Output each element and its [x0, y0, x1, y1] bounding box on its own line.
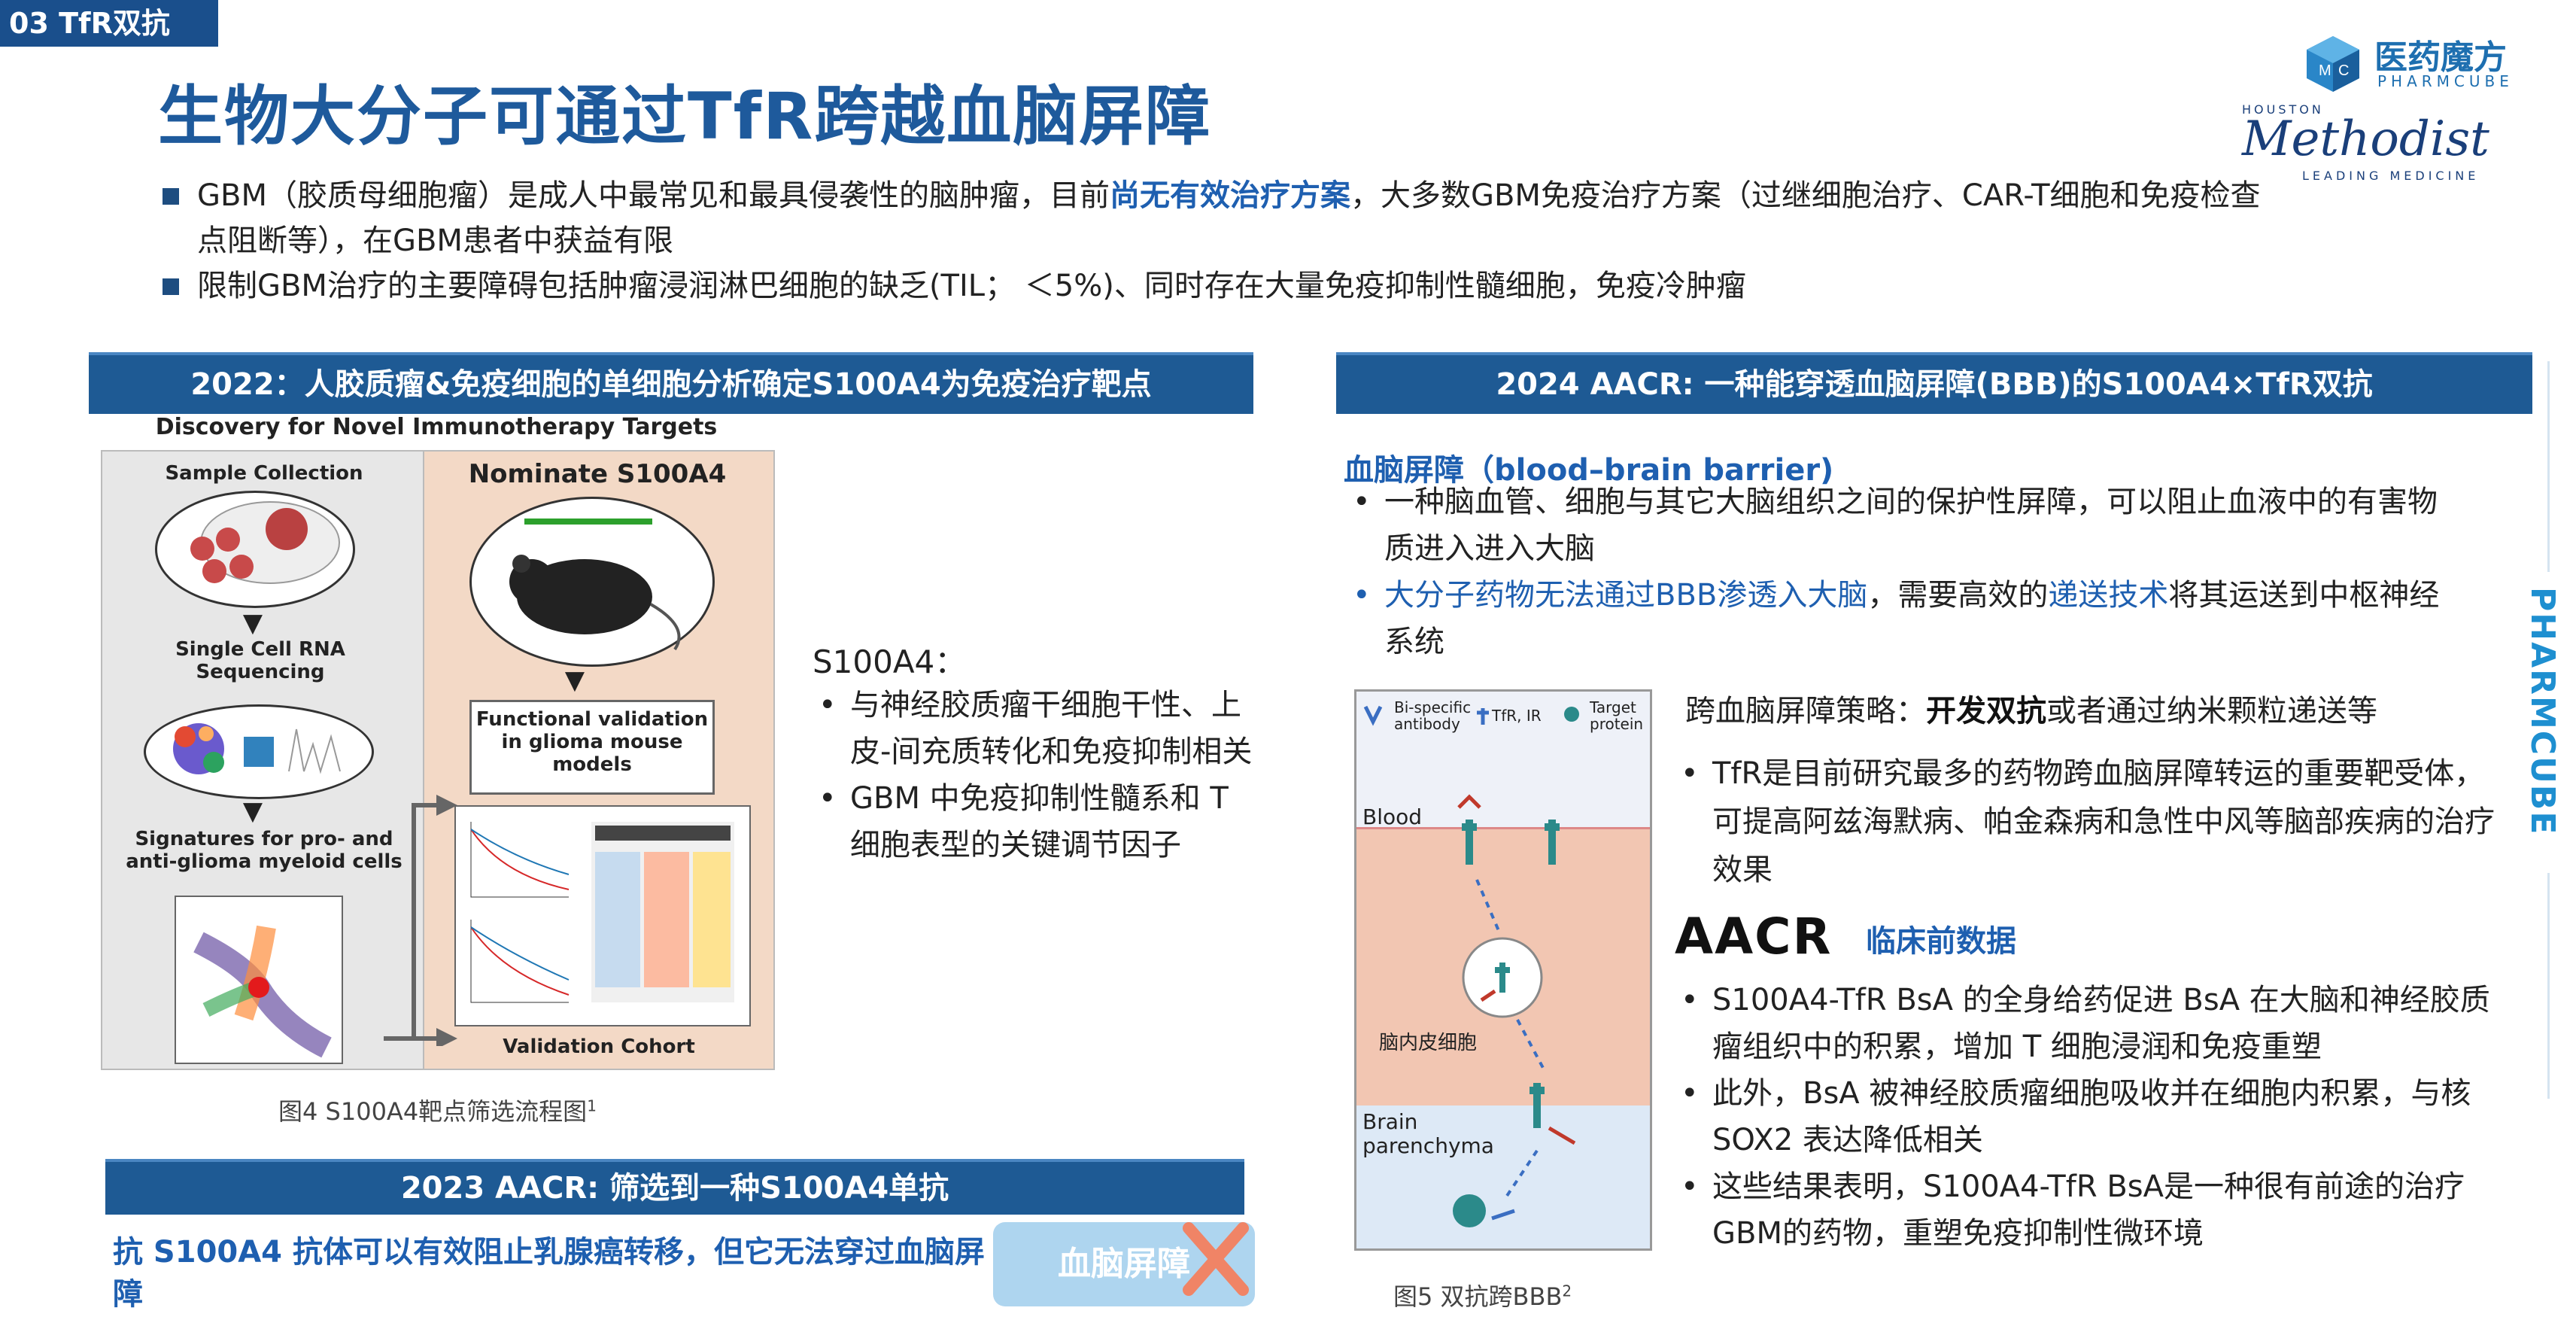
strategy-text: 跨血脑屏障策略：开发双抗或者通过纳米颗粒递送等: [1685, 694, 2377, 728]
square-bullet-icon: [163, 188, 179, 205]
fig4-right-panel: Nominate S100A4 ▼ Functional validation …: [423, 450, 775, 1070]
intro-list: GBM（胶质母细胞瘤）是成人中最常见和最具侵袭性的脑肿瘤，目前尚无有效治疗方案，…: [158, 173, 2280, 309]
fig4-validation-label: Validation Cohort: [503, 1036, 695, 1058]
dot-bullet-icon: •: [1681, 1169, 1699, 1204]
list-item: • GBM 中免疫抑制性髓系和 T 细胞表型的关键调节因子: [813, 775, 1264, 868]
fig4-sample-label: Sample Collection: [165, 462, 363, 485]
section-tag: 03 TfR双抗: [0, 0, 218, 47]
cube-icon: M C: [2307, 36, 2359, 92]
svg-text:C: C: [2338, 62, 2349, 79]
dot-bullet-icon: •: [1353, 578, 1371, 613]
umap-icon: [173, 723, 341, 774]
highlight-text: 尚无有效治疗方案: [1109, 178, 1350, 213]
side-divider: [2547, 361, 2550, 572]
list-item: • 与神经胶质瘤干细胞干性、上皮-间充质转化和免疫抑制相关: [813, 682, 1264, 775]
tfr-list: • TfR是目前研究最多的药物跨血脑屏障转运的重要靶受体，可提高阿兹海默病、帕金森…: [1675, 750, 2510, 894]
dot-bullet-icon: •: [1681, 756, 1699, 791]
arrow-down-icon: ▼: [564, 665, 585, 695]
svg-text:M: M: [2319, 62, 2331, 79]
methodist-sub: LEADING MEDICINE: [2302, 169, 2480, 183]
mouse-oval: [469, 497, 715, 667]
side-brand: PHARMCUBE: [2523, 587, 2562, 836]
fig4-scrna-label: Single Cell RNA Sequencing: [175, 638, 345, 683]
mouse-icon: [509, 519, 681, 651]
antibody-note: 抗 S100A4 抗体可以有效阻止乳腺癌转移，但它无法穿过血脑屏障: [113, 1235, 985, 1312]
fig4-functional-label: Functional validation in glioma mouse mo…: [475, 708, 709, 776]
dot-bullet-icon: •: [1353, 485, 1371, 519]
cross-icon: [1183, 1222, 1249, 1296]
list-item: • TfR是目前研究最多的药物跨血脑屏障转运的重要靶受体，可提高阿兹海默病、帕金森…: [1675, 750, 2510, 894]
band-2023: 2023 AACR: 筛选到一种S100A4单抗: [105, 1159, 1244, 1215]
brain-icon: [190, 501, 340, 584]
intro-item: 限制GBM治疗的主要障碍包括肿瘤浸润淋巴细胞的缺乏(TIL； ＜5%)、同时存在…: [158, 263, 2280, 309]
results-list: • S100A4-TfR BsA 的全身给药促进 BsA 在大脑和神经胶质瘤组织中…: [1675, 977, 2517, 1257]
list-item: • 大分子药物无法通过BBB渗透入大脑，需要高效的递送技术将其运送到中枢神经系统: [1347, 572, 2445, 665]
list-item: • S100A4-TfR BsA 的全身给药促进 BsA 在大脑和神经胶质瘤组织中…: [1675, 977, 2517, 1070]
figure-5: Bi-specific antibody TfR, IR Target prot…: [1354, 689, 1652, 1251]
dot-bullet-icon: •: [1681, 983, 1699, 1017]
fig4-left-panel: Sample Collection ▼ Single Cell RNA Sequ…: [101, 450, 427, 1070]
scatter-plot-icon: [193, 925, 332, 1058]
square-bullet-icon: [163, 278, 179, 295]
fig5-caption: 图5 双抗跨BBB2: [1393, 1282, 1572, 1311]
scatter-panel: [175, 896, 343, 1064]
fig4-signatures-label: Signatures for pro- and anti-glioma myel…: [126, 828, 402, 873]
fig4-header: Discovery for Novel Immunotherapy Target…: [155, 414, 718, 440]
dot-bullet-icon: •: [819, 781, 837, 816]
pharmcube-logo: M C 医药魔方 PHARMCUBE: [2302, 30, 2558, 98]
band-2022: 2022：人胶质瘤&免疫细胞的单细胞分析确定S100A4为免疫治疗靶点: [89, 352, 1253, 414]
dot-bullet-icon: •: [819, 688, 837, 722]
flow-arrows-icon: [384, 795, 457, 1046]
brain-oval: [155, 491, 355, 608]
transcytosis-icon: [1363, 705, 1579, 1227]
functional-box: Functional validation in glioma mouse mo…: [469, 700, 715, 795]
bbb-list: • 一种脑血管、细胞与其它大脑组织之间的保护性屏障，可以阻止血液中的有害物质进入进…: [1347, 479, 2445, 665]
s100a4-list: • 与神经胶质瘤干细胞干性、上皮-间充质转化和免疫抑制相关 • GBM 中免疫抑制…: [813, 682, 1264, 868]
side-divider: [2547, 873, 2550, 1099]
dot-bullet-icon: •: [1681, 1076, 1699, 1111]
list-item: • 一种脑血管、细胞与其它大脑组织之间的保护性屏障，可以阻止血液中的有害物质进入进…: [1347, 479, 2445, 572]
list-item: • 这些结果表明，S100A4-TfR BsA是一种很有前途的治疗GBM的药物，重…: [1675, 1163, 2517, 1257]
arrow-down-icon: ▼: [242, 796, 263, 826]
survival-panel: [454, 805, 751, 1026]
figure-4: Discovery for Novel Immunotherapy Target…: [98, 414, 775, 1070]
methodist-name: Methodist: [2242, 111, 2489, 167]
pharmcube-cn: 医药魔方: [2374, 38, 2507, 77]
s100a4-title: S100A4：: [813, 643, 967, 680]
page-title: 生物大分子可通过TfR跨越血脑屏障: [158, 79, 1212, 154]
band-2024: 2024 AACR: 一种能穿透血脑屏障(BBB)的S100A4×TfR双抗: [1336, 352, 2532, 414]
fig4-nominate-label: Nominate S100A4: [468, 459, 727, 489]
list-item: • 此外，BsA 被神经胶质瘤细胞吸收并在细胞内积累，与核 SOX2 表达降低相关: [1675, 1070, 2517, 1163]
fig4-caption: 图4 S100A4靶点筛选流程图1: [278, 1096, 597, 1126]
arrow-down-icon: ▼: [242, 608, 263, 638]
aacr-logo: AACR: [1675, 908, 1833, 966]
bbb-badge: 血脑屏障: [993, 1222, 1255, 1306]
preclinical-heading: 临床前数据: [1866, 924, 2016, 959]
survival-curves-icon: [470, 822, 734, 1003]
scrna-oval: [144, 704, 374, 799]
pharmcube-en: PHARMCUBE: [2377, 72, 2514, 90]
intro-item: GBM（胶质母细胞瘤）是成人中最常见和最具侵袭性的脑肿瘤，目前尚无有效治疗方案，…: [158, 173, 2280, 263]
